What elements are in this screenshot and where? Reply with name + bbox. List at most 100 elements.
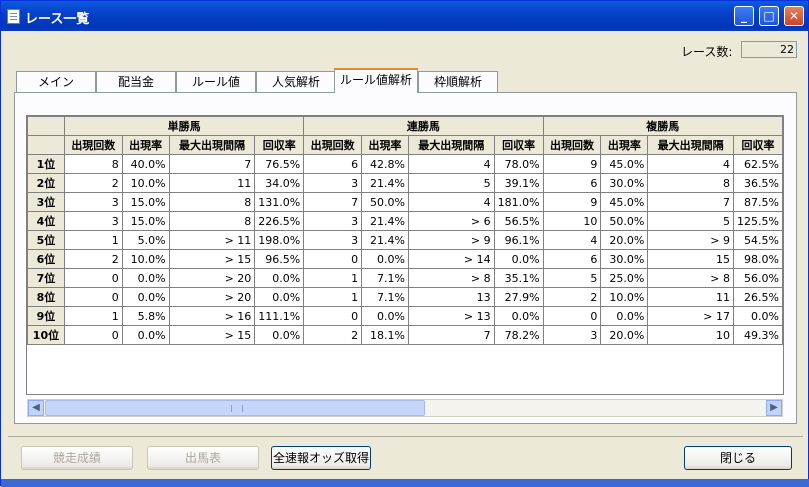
table-cell[interactable]: 181.0% <box>493 192 544 212</box>
table-cell[interactable]: 50.0% <box>600 211 649 231</box>
table-cell[interactable]: 78.2% <box>493 325 544 345</box>
table-cell[interactable]: 4 <box>542 230 602 250</box>
table-cell[interactable]: 0.0% <box>732 306 783 326</box>
table-cell[interactable]: 98.0% <box>732 249 783 269</box>
table-cell[interactable]: 7 <box>168 154 256 174</box>
table-cell[interactable]: 62.5% <box>732 154 783 174</box>
horizontal-scrollbar[interactable]: ◀ ▶ <box>27 399 783 417</box>
table-row[interactable]: 3位 3 15.0% 8 131.0% 7 50.0% 4 181.0% 9 45.0% 7 87.5% <box>27 192 783 212</box>
minimize-button[interactable]: _ <box>734 6 754 26</box>
table-cell[interactable]: 3 <box>63 211 123 231</box>
table-cell[interactable]: 20.0% <box>600 325 649 345</box>
table-cell[interactable]: > 15 <box>168 325 256 345</box>
table-cell[interactable]: > 14 <box>407 249 495 269</box>
table-cell[interactable]: 87.5% <box>732 192 783 212</box>
column-header[interactable]: 出現率 <box>600 135 649 155</box>
table-cell[interactable]: 20.0% <box>600 230 649 250</box>
table-row[interactable]: 2位 2 10.0% 11 34.0% 3 21.4% 5 39.1% 6 30.0% 8 36.5% <box>27 173 783 193</box>
column-header[interactable]: 出現率 <box>361 135 409 155</box>
column-header[interactable]: 最大出現間隔 <box>168 135 256 155</box>
table-cell[interactable]: > 6 <box>407 211 495 231</box>
table-cell[interactable]: 42.8% <box>361 154 409 174</box>
table-cell[interactable]: 6 <box>303 154 363 174</box>
table-cell[interactable]: 8 <box>647 173 734 193</box>
table-cell[interactable]: 7 <box>647 192 734 212</box>
table-cell[interactable]: 45.0% <box>600 192 649 212</box>
entries-button[interactable]: 出馬表 <box>147 446 259 470</box>
table-row[interactable]: 5位 1 5.0% > 11 198.0% 3 21.4% > 9 96.1% 4 20.0% > 9… <box>27 230 783 250</box>
table-cell[interactable]: > 8 <box>407 268 495 288</box>
table-cell[interactable]: 10.0% <box>121 249 170 269</box>
table-cell[interactable]: 6 <box>542 173 602 193</box>
table-cell[interactable]: 0 <box>63 268 123 288</box>
table-row[interactable]: 8位 0 0.0% > 20 0.0% 1 7.1% 13 27.9% 2 10.0% 11 26.5% <box>27 287 783 307</box>
column-header[interactable]: 出現回数 <box>63 135 123 155</box>
table-cell[interactable]: 54.5% <box>732 230 783 250</box>
table-cell[interactable]: 4 <box>407 154 495 174</box>
table-cell[interactable]: 30.0% <box>600 249 649 269</box>
table-cell[interactable]: 11 <box>647 287 734 307</box>
table-cell[interactable]: 8 <box>168 192 256 212</box>
arrow-left-icon[interactable]: ◀ <box>28 400 44 416</box>
table-cell[interactable]: 18.1% <box>361 325 409 345</box>
table-cell[interactable]: 36.5% <box>732 173 783 193</box>
table-cell[interactable]: 34.0% <box>254 173 305 193</box>
table-cell[interactable]: 2 <box>63 173 123 193</box>
table-cell[interactable]: > 8 <box>647 268 734 288</box>
column-header[interactable]: 出現率 <box>121 135 170 155</box>
table-cell[interactable]: > 20 <box>168 268 256 288</box>
close-window-button[interactable]: ✕ <box>784 6 804 26</box>
table-cell[interactable]: 5.8% <box>121 306 170 326</box>
table-cell[interactable]: 5 <box>647 211 734 231</box>
table-cell[interactable]: 3 <box>63 192 123 212</box>
table-cell[interactable]: 9 <box>542 154 602 174</box>
column-header[interactable]: 回収率 <box>254 135 305 155</box>
table-cell[interactable]: 49.3% <box>732 325 783 345</box>
table-cell[interactable]: 11 <box>168 173 256 193</box>
table-cell[interactable]: 9 <box>542 192 602 212</box>
table-cell[interactable]: 76.5% <box>254 154 305 174</box>
table-cell[interactable]: 226.5% <box>254 211 305 231</box>
scrollbar-thumb[interactable] <box>45 400 425 416</box>
table-cell[interactable]: > 9 <box>647 230 734 250</box>
table-cell[interactable]: > 16 <box>168 306 256 326</box>
table-cell[interactable]: 50.0% <box>361 192 409 212</box>
table-cell[interactable]: 0 <box>303 306 363 326</box>
table-cell[interactable]: 10 <box>542 211 602 231</box>
table-cell[interactable]: 10.0% <box>600 287 649 307</box>
arrow-right-icon[interactable]: ▶ <box>766 400 782 416</box>
close-button[interactable]: 閉じる <box>684 446 792 470</box>
table-cell[interactable]: 1 <box>303 268 363 288</box>
table-row[interactable]: 6位 2 10.0% > 15 96.5% 0 0.0% > 14 0.0% 6 30.0% 15 98… <box>27 249 783 269</box>
table-cell[interactable]: 15 <box>647 249 734 269</box>
table-cell[interactable]: 0 <box>542 306 602 326</box>
table-cell[interactable]: 0.0% <box>121 287 170 307</box>
table-cell[interactable]: 10 <box>647 325 734 345</box>
table-cell[interactable]: 0.0% <box>600 306 649 326</box>
table-cell[interactable]: 78.0% <box>493 154 544 174</box>
table-cell[interactable]: 2 <box>542 287 602 307</box>
tab-rule-value-analysis[interactable]: ルール値解析 <box>334 68 418 93</box>
table-cell[interactable]: 7 <box>303 192 363 212</box>
table-row[interactable]: 9位 1 5.8% > 16 111.1% 0 0.0% > 13 0.0% 0 0.0% > 17 0… <box>27 306 783 326</box>
table-cell[interactable]: 96.5% <box>254 249 305 269</box>
table-cell[interactable]: 2 <box>63 249 123 269</box>
get-all-odds-button[interactable]: 全速報オッズ取得 <box>271 446 371 470</box>
table-cell[interactable]: 0.0% <box>361 306 409 326</box>
table-cell[interactable]: 25.0% <box>600 268 649 288</box>
table-cell[interactable]: 0.0% <box>121 268 170 288</box>
race-results-button[interactable]: 競走成績 <box>21 446 133 470</box>
table-cell[interactable]: > 15 <box>168 249 256 269</box>
table-cell[interactable]: 1 <box>63 306 123 326</box>
column-header[interactable]: 回収率 <box>493 135 544 155</box>
column-header[interactable]: 最大出現間隔 <box>647 135 734 155</box>
table-cell[interactable]: 4 <box>647 154 734 174</box>
table-cell[interactable]: 21.4% <box>361 173 409 193</box>
tab-rule-value[interactable]: ルール値 <box>176 71 256 92</box>
table-cell[interactable]: 0 <box>63 287 123 307</box>
table-cell[interactable]: 8 <box>63 154 123 174</box>
table-cell[interactable]: 15.0% <box>121 211 170 231</box>
table-cell[interactable]: 45.0% <box>600 154 649 174</box>
table-cell[interactable]: 35.1% <box>493 268 544 288</box>
table-cell[interactable]: 0.0% <box>254 325 305 345</box>
